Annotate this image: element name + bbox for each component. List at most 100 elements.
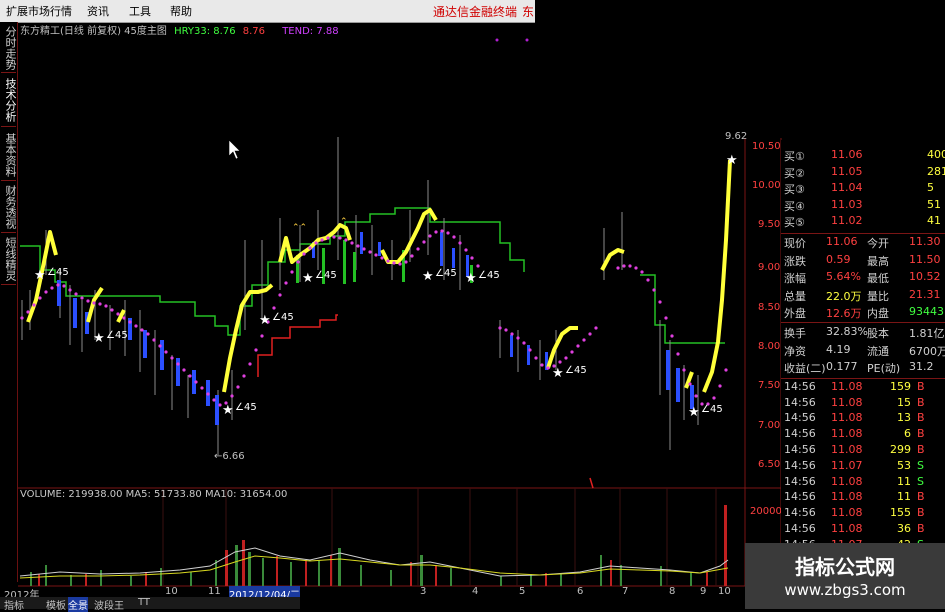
price-axis-label: 7.50 xyxy=(758,380,781,391)
star-marker: ★ xyxy=(302,271,314,286)
tick-volume: 11 xyxy=(897,490,911,504)
tick-price: 11.08 xyxy=(831,411,863,425)
tick-side: B xyxy=(917,490,925,504)
star-marker: ★ xyxy=(34,268,46,283)
stat-label: 最高 xyxy=(867,254,889,268)
tick-volume: 13 xyxy=(897,411,911,425)
mouse-cursor xyxy=(228,139,241,160)
high-price-label: 9.62 xyxy=(725,131,748,142)
time-axis-label: 10 xyxy=(165,586,178,597)
green-step-line-right xyxy=(640,274,725,344)
bid-price: 11.02 xyxy=(831,214,863,228)
price-axis-label: 8.00 xyxy=(758,341,781,352)
time-axis-label: 6 xyxy=(577,586,584,597)
tick-price: 11.08 xyxy=(831,379,863,393)
stat-value: 11.50 xyxy=(909,252,941,266)
tick-volume: 155 xyxy=(890,506,911,520)
stat-label: 今开 xyxy=(867,237,889,250)
svg-text:⌃: ⌃ xyxy=(340,217,348,227)
tick-side: B xyxy=(917,379,925,393)
bid-price: 11.06 xyxy=(831,148,863,161)
bid-volume: 281 xyxy=(927,164,945,178)
time-axis-label: 8 xyxy=(669,586,676,597)
bid-volume: 41 xyxy=(927,214,941,228)
stat-label: 涨幅 xyxy=(784,272,806,286)
tick-volume: 53 xyxy=(897,458,911,472)
tick-side: B xyxy=(917,443,925,456)
stat-label: 外盘 xyxy=(784,307,806,321)
stat-value: 11.06 xyxy=(826,235,858,248)
tick-time: 14:56 xyxy=(784,395,816,409)
stat-value: 32.83% xyxy=(826,325,868,338)
bid-volume: 400 xyxy=(927,148,945,161)
low-price-marker: ←6.66 xyxy=(214,451,245,462)
tick-price: 11.08 xyxy=(831,474,863,488)
tick-volume: 11 xyxy=(897,474,911,488)
stat-value: 6700万 xyxy=(909,344,945,358)
tab-indicator[interactable]: 指标 xyxy=(4,597,24,612)
star-angle-label: ∠45 xyxy=(478,270,500,281)
bid-volume: 51 xyxy=(927,197,941,211)
stat-value: 11.30 xyxy=(909,235,941,248)
stat-value: 93443 xyxy=(909,305,944,319)
stat-label: 最低 xyxy=(867,272,889,286)
tab-tt[interactable]: TT xyxy=(138,597,150,608)
tick-volume: 36 xyxy=(897,522,911,535)
tick-price: 11.07 xyxy=(831,458,863,472)
star-marker: ★ xyxy=(726,153,738,168)
tick-price: 11.08 xyxy=(831,522,863,535)
bid-label: 买④ xyxy=(784,199,805,213)
star-angle-label: ∠45 xyxy=(106,330,128,341)
tick-time: 14:56 xyxy=(784,522,816,535)
price-axis-label: 8.50 xyxy=(758,302,781,313)
star-marker: ★ xyxy=(688,405,700,420)
star-marker: ★ xyxy=(93,331,105,346)
bid-price: 11.05 xyxy=(831,164,863,178)
price-axis-label: 9.00 xyxy=(758,262,781,273)
watermark-url: www.zbgs3.com xyxy=(784,581,906,599)
bid-label: 买② xyxy=(784,166,805,180)
star-angle-label: ∠45 xyxy=(435,268,457,279)
bid-price: 11.04 xyxy=(831,181,863,195)
tick-side: B xyxy=(917,522,925,535)
price-axis-label: 6.50 xyxy=(758,459,781,470)
svg-text:⌃⌃: ⌃⌃ xyxy=(292,223,307,233)
stat-label: 现价 xyxy=(784,237,806,250)
stat-value: 12.6万 xyxy=(826,307,862,321)
stat-label: 换手 xyxy=(784,327,806,340)
tab-panorama[interactable]: 全景 xyxy=(68,597,88,612)
price-axis-label: 7.00 xyxy=(758,420,781,431)
tab-wave-king[interactable]: 波段王 xyxy=(94,597,124,612)
star-angle-label: ∠45 xyxy=(701,404,723,415)
tick-time: 14:56 xyxy=(784,411,816,425)
time-axis-label: 7 xyxy=(622,586,629,597)
tick-price: 11.08 xyxy=(831,506,863,520)
price-axis-label: 10.00 xyxy=(752,180,781,191)
tick-time: 14:56 xyxy=(784,427,816,441)
tab-template[interactable]: 模板 xyxy=(46,597,66,612)
stat-value: 1.81亿 xyxy=(909,327,945,340)
time-axis-label: 5 xyxy=(519,586,526,597)
star-angle-label: ∠45 xyxy=(47,267,69,278)
time-axis-label: 10 xyxy=(718,586,731,597)
star-marker: ★ xyxy=(552,366,564,381)
stat-value: 0.177 xyxy=(826,360,858,374)
tick-time: 14:56 xyxy=(784,379,816,393)
tick-volume: 159 xyxy=(890,379,911,393)
stat-value: 22.0万 xyxy=(826,289,862,303)
price-axis-label: 9.50 xyxy=(758,219,781,230)
stat-label: 收益(二) xyxy=(784,362,826,376)
tick-time: 14:56 xyxy=(784,474,816,488)
tick-time: 14:56 xyxy=(784,458,816,472)
time-axis-label: 11 xyxy=(208,586,221,597)
tick-side: B xyxy=(917,395,925,409)
stat-label: 内盘 xyxy=(867,307,889,321)
stat-value: 31.2 xyxy=(909,360,934,374)
tick-price: 11.08 xyxy=(831,395,863,409)
bid-label: 买③ xyxy=(784,183,805,197)
stat-value: 4.19 xyxy=(826,342,851,356)
bid-label: 买① xyxy=(784,150,805,163)
star-angle-label: ∠45 xyxy=(272,312,294,323)
tick-side: B xyxy=(917,411,925,425)
tick-side: B xyxy=(917,506,925,520)
